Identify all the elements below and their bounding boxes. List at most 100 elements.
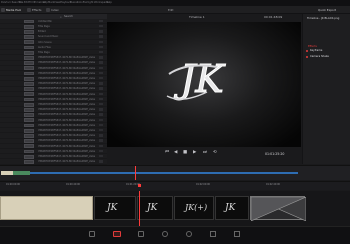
index-tab[interactable]: Index (51, 8, 59, 12)
clip-name: 7860B7DE2BF5847-4070-BC34AB1A4B2E_2e4e (38, 97, 96, 101)
timeline-clip-jk[interactable]: JK (137, 196, 173, 220)
cut-page-icon[interactable] (113, 231, 121, 237)
playhead-mini[interactable] (135, 166, 136, 180)
row-flag (99, 128, 103, 132)
dot-icon (306, 56, 308, 58)
edit-page-icon[interactable] (138, 231, 144, 237)
row-flag (99, 71, 103, 75)
clip-name: 7860B7DE2BF5847-4070-BC34AB1A4B2E_2e4e (38, 149, 96, 153)
dot-icon (306, 50, 308, 52)
inspector-item-keyframe[interactable]: Keyframe (310, 49, 322, 52)
timeline-clip-jk[interactable]: JK (215, 196, 249, 220)
page-bar (0, 226, 350, 244)
deliver-page-icon[interactable] (234, 231, 240, 237)
jk-logo: JK (166, 57, 227, 102)
ruler-label: 01:02:00:00 (196, 183, 211, 186)
row-flag (99, 19, 103, 23)
clip-thumbnail (24, 133, 34, 138)
row-flag (99, 144, 103, 148)
clip-thumb-text: JK (225, 203, 236, 213)
transport-controls: ⏮ ◀ ■ ▶ ⏭ ⟲ 01:01:25:20 (107, 148, 302, 158)
media-pool-tab[interactable]: Media Pool (6, 8, 21, 12)
loop-button[interactable]: ⟲ (213, 150, 217, 155)
effects-tab[interactable]: Effects (32, 8, 42, 12)
clip-name: 7860B7DE2BF5847-4070-BC34AB1A4B2E_2e4e (38, 56, 96, 60)
mini-timeline[interactable] (0, 165, 350, 180)
clip-name: 7860B7DE2BF5847-4070-BC34AB1A4B2E_2e4e (38, 128, 96, 132)
playhead-line[interactable] (139, 191, 140, 226)
ruler-label: 01:00:40:00 (66, 183, 81, 186)
clip-thumbnail (24, 55, 34, 60)
clip-thumbnail (24, 19, 34, 24)
clip-name: Untitled Bin (38, 19, 53, 23)
row-flag (99, 61, 103, 64)
clip-thumbnail (24, 45, 34, 50)
clip-name: Intro Scene (38, 40, 52, 44)
clip-name: Title Page (38, 50, 50, 54)
skip-end-button[interactable]: ⏭ (203, 150, 207, 155)
search-label[interactable]: Search (64, 15, 73, 18)
row-flag (99, 92, 103, 96)
media-pool-icon[interactable] (1, 8, 5, 12)
clip-name: Edited (38, 30, 46, 34)
clip-name: 7860B7DE2BF5847-4070-BC34AB1A4B2E_2e4e (38, 87, 96, 91)
clip-name: 7860B7DE2BF5847-4070-BC34AB1A4B2E_2e4e (38, 113, 96, 117)
timeline-clip-jk[interactable]: JK (94, 196, 136, 220)
clip-thumbnail (24, 107, 34, 112)
clip-thumbnail (24, 159, 34, 164)
menu-file[interactable]: File (19, 1, 23, 4)
inspector-tag[interactable]: Effects (308, 45, 317, 48)
clip-name: 7860B7DE2BF5847-4070-BC34AB1A4B2E_2e4e (38, 82, 96, 86)
rewind-button[interactable]: ◀ (174, 150, 177, 155)
effects-icon[interactable] (27, 8, 31, 12)
row-flag (99, 50, 103, 54)
clip-thumbnail (24, 118, 34, 123)
timecode-bottom: 01:01:25:20 (265, 152, 285, 156)
viewer-canvas[interactable]: JK (107, 22, 301, 147)
timeline-clip-beige[interactable] (0, 196, 93, 220)
menu-help[interactable]: Help (106, 1, 112, 4)
media-page-icon[interactable] (89, 231, 95, 237)
transition-icon (251, 197, 306, 221)
row-flag (99, 76, 103, 80)
inspector-item-camera-shake[interactable]: Camera Shake (310, 55, 329, 58)
skip-start-button[interactable]: ⏮ (165, 150, 169, 155)
clip-name: 7860B7DE2BF5847-4070-BC34AB1A4B2E_2e4e (38, 108, 96, 112)
row-flag (99, 108, 103, 111)
clip-name: 7860B7DE2BF5847-4070-BC34AB1A4B2E_2e4e (38, 144, 96, 148)
timeline-clip-transition[interactable] (250, 196, 306, 221)
inspector-panel: Timeline - JK BLACK.png Effects Keyframe… (302, 14, 350, 164)
clip-name: Title Page (38, 24, 50, 28)
clip-thumbnail (24, 76, 34, 81)
row-flag (99, 149, 103, 153)
clip-name: 7860B7DE2BF5847-4070-BC34AB1A4B2E_2e4e (38, 123, 96, 127)
fairlight-page-icon[interactable] (210, 231, 216, 237)
row-flag (99, 113, 103, 116)
color-page-icon[interactable] (186, 231, 192, 237)
video-track: JK JK JK(+) JK (0, 191, 350, 226)
clip-name: 7860B7DE2BF5847-4070-BC34AB1A4B2E_2e4e (38, 160, 96, 164)
quick-export-button[interactable]: Quick Export (318, 8, 336, 12)
list-item[interactable]: 7860B7DE2BF5847-4070-BC34AB1A4B2E_2e4e (0, 159, 107, 165)
playhead-marker[interactable] (138, 184, 141, 187)
clip-thumb-text: JK (147, 203, 158, 213)
row-flag (99, 123, 103, 127)
clip-name: 7860B7DE2BF5847-4070-BC34AB1A4B2E_2e4e (38, 118, 96, 122)
timeline-clip-jk[interactable]: JK(+) (174, 196, 214, 220)
menu-fairlight[interactable]: Fairlight (83, 1, 93, 4)
row-flag (99, 118, 103, 122)
row-flag (99, 24, 103, 28)
stop-button[interactable]: ■ (183, 150, 187, 155)
timeline-name[interactable]: Timeline 1 (189, 15, 205, 19)
clip-thumbnail (24, 50, 34, 55)
clip-name: 7860B7DE2BF5847-4070-BC34AB1A4B2E_2e4e (38, 134, 96, 138)
timeline-ruler[interactable]: 01:00:00:00 01:00:40:00 01:01:20:00 01:0… (0, 181, 350, 190)
page-title: Edit (168, 8, 174, 12)
clip-thumbnail (24, 149, 34, 154)
clip-thumbnail (24, 154, 34, 159)
fusion-page-icon[interactable] (162, 231, 168, 237)
clip-name: Sound and Music (38, 35, 59, 39)
play-button[interactable]: ▶ (193, 150, 196, 155)
index-icon[interactable] (46, 8, 50, 12)
row-flag (99, 35, 103, 38)
